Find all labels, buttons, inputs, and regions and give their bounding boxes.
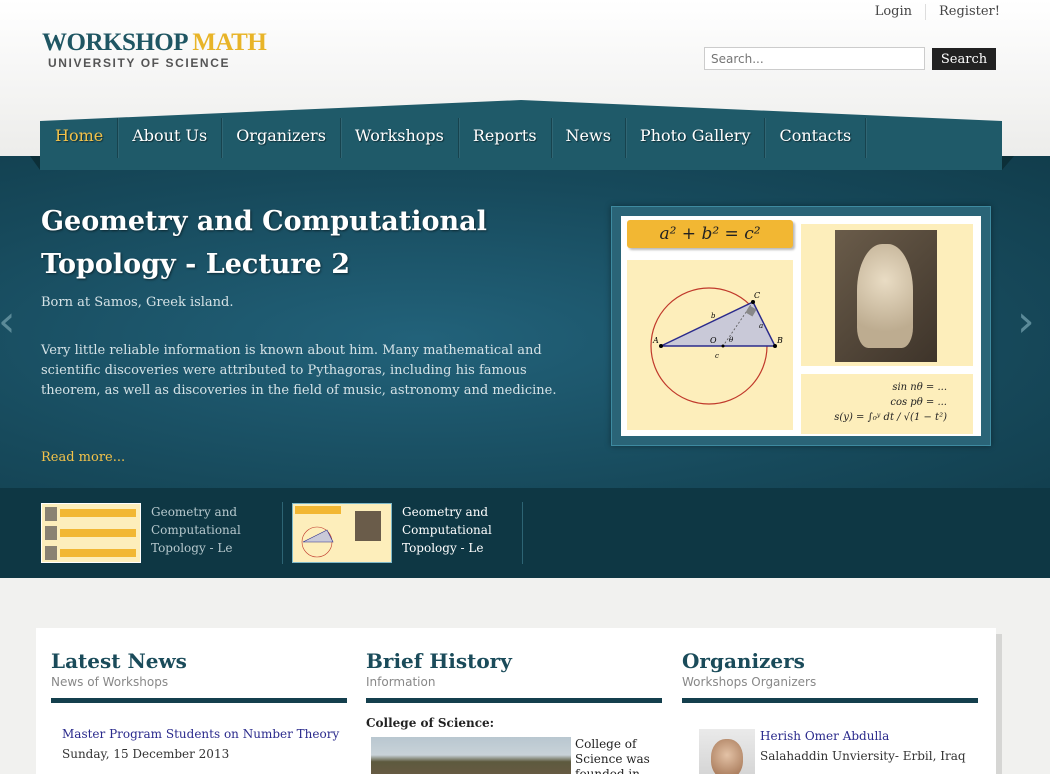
section-divider	[366, 698, 662, 703]
organizer-name[interactable]: Herish Omer Abdulla	[760, 729, 966, 743]
thumb-bust	[355, 511, 381, 541]
nav-item-news[interactable]: News	[552, 118, 626, 158]
label-a-point: A	[652, 336, 659, 345]
thumbnail-title: Geometry and Computational Topology - Le	[151, 505, 241, 555]
organizer-item: Herish Omer Abdulla Salahaddin Unviersit…	[699, 729, 978, 774]
thumb-portrait	[45, 546, 57, 560]
thumbnail-image	[292, 503, 392, 563]
slider-prev-arrow-icon[interactable]: ‹	[0, 300, 16, 344]
nav-item-home[interactable]: Home	[41, 118, 119, 170]
thumbnail-divider	[522, 502, 523, 564]
label-o-point: O	[710, 336, 717, 345]
label-b-point: B	[776, 336, 783, 345]
news-item-date: Sunday, 15 December 2013	[62, 747, 230, 761]
organizer-avatar	[699, 729, 755, 774]
search-button[interactable]: Search	[932, 48, 996, 70]
pythagoras-collage: a² + b² = c² A B C O b a c θ sin nθ = ..…	[621, 216, 981, 436]
search-input[interactable]	[704, 47, 925, 70]
section-subtitle: News of Workshops	[51, 675, 169, 689]
slide-description: Very little reliable information is know…	[41, 343, 557, 398]
logo-title: WORKSHOP MATH	[42, 29, 267, 56]
site-logo[interactable]: WORKSHOP MATH UNIVERSITY OF SCIENCE	[42, 29, 267, 71]
college-photo	[371, 737, 571, 774]
pythagoras-bust-image	[835, 230, 937, 362]
equation-sin: sin nθ = ...	[892, 382, 947, 393]
thumb-strip	[60, 529, 136, 537]
slide-title: Geometry and Computational Topology - Le…	[41, 206, 487, 280]
nav-item-organizers[interactable]: Organizers	[222, 118, 341, 158]
history-heading: College of Science:	[366, 716, 495, 730]
nav-item-contacts[interactable]: Contacts	[765, 118, 867, 158]
triangle-circle-diagram: A B C O b a c θ	[650, 287, 783, 405]
thumbnail-divider	[282, 502, 283, 564]
slide-thumbnail[interactable]: Geometry and Computational Topology - Le	[41, 503, 251, 563]
organizer-info: Herish Omer Abdulla Salahaddin Unviersit…	[760, 729, 966, 774]
section-divider	[682, 698, 978, 703]
slider-next-arrow-icon[interactable]: ›	[1017, 300, 1035, 344]
thumb-diagram-panel	[295, 518, 341, 562]
main-nav: Home About Us Organizers Workshops Repor…	[41, 118, 867, 170]
nav-item-photo-gallery[interactable]: Photo Gallery	[626, 118, 766, 158]
organizer-affiliation: Salahaddin Unviersity- Erbil, Iraq	[760, 749, 966, 763]
news-item-link[interactable]: Master Program Students on Number Theory	[62, 727, 347, 741]
label-c-point: C	[754, 291, 760, 300]
thumb-portrait	[45, 507, 57, 521]
thumbnail-image	[41, 503, 141, 563]
thumb-strip	[60, 549, 136, 557]
thumb-diagram	[301, 526, 334, 558]
slide-image[interactable]: a² + b² = c² A B C O b a c θ sin nθ = ..…	[611, 206, 991, 446]
section-subtitle: Workshops Organizers	[682, 675, 817, 689]
logo-subtitle: UNIVERSITY OF SCIENCE	[48, 56, 231, 70]
equations-panel: sin nθ = ... cos pθ = ... s(y) = ∫₀ʸ dt …	[801, 374, 973, 434]
section-divider	[51, 698, 347, 703]
register-link[interactable]: Register!	[925, 4, 1000, 20]
search-form: Search	[704, 47, 996, 70]
nav-item-reports[interactable]: Reports	[459, 118, 552, 158]
section-title: Organizers	[682, 649, 805, 673]
section-title: Latest News	[51, 649, 187, 673]
slide-subtitle: Born at Samos, Greek island.	[41, 295, 234, 310]
thumb-portrait	[45, 526, 57, 540]
login-link[interactable]: Login	[862, 4, 925, 20]
history-text: College of Science was founded in	[575, 737, 650, 774]
section-title: Brief History	[366, 649, 512, 673]
read-more-link[interactable]: Read more...	[41, 450, 125, 465]
organizers-section: Organizers Workshops Organizers Herish O…	[682, 648, 978, 774]
brief-history-section: Brief History Information College of Sci…	[366, 648, 662, 774]
thumb-strip	[60, 509, 136, 517]
section-subtitle: Information	[366, 675, 436, 689]
label-b-side: b	[711, 312, 716, 320]
thumbnail-title: Geometry and Computational Topology - Le	[402, 505, 492, 555]
latest-news-section: Latest News News of Workshops Master Pro…	[51, 648, 347, 761]
nav-item-about-us[interactable]: About Us	[118, 118, 223, 158]
label-c-side: c	[715, 352, 719, 360]
equation-cos: cos pθ = ...	[890, 397, 947, 408]
nav-item-workshops[interactable]: Workshops	[341, 118, 459, 158]
equation-integral: s(y) = ∫₀ʸ dt / √(1 − t²)	[834, 412, 947, 423]
logo-word-workshop: WORKSHOP	[42, 29, 187, 56]
thumb-formula-strip	[295, 506, 341, 514]
circle-diagram-panel: A B C O b a c θ	[627, 260, 793, 430]
thumb-portrait-panel	[347, 508, 389, 544]
formula-banner: a² + b² = c²	[627, 220, 793, 248]
label-a-side: a	[759, 322, 763, 330]
account-links: Login Register!	[862, 4, 1000, 20]
nav-fold-right	[1002, 156, 1014, 170]
history-body: College of Science was founded in	[371, 737, 662, 774]
nav-fold-left	[30, 156, 40, 170]
logo-word-math: MATH	[192, 29, 267, 56]
slide-thumbnail-current[interactable]: Geometry and Computational Topology - Le	[292, 503, 502, 563]
